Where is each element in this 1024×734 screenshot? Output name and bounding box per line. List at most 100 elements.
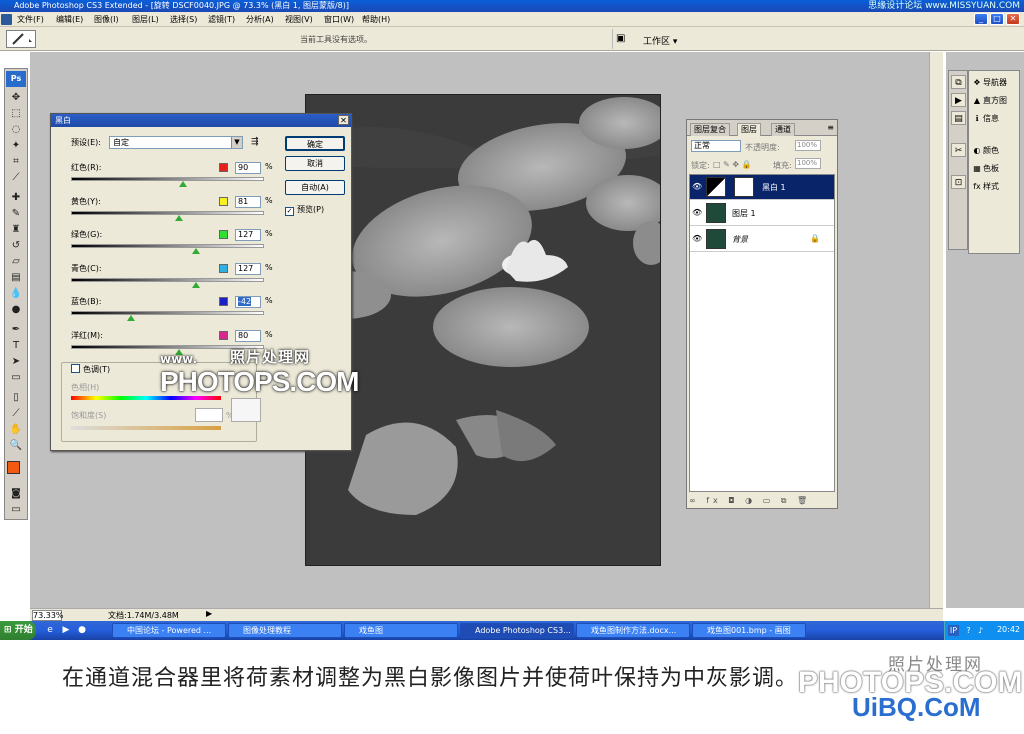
screen-mode-icon[interactable]: ▭ xyxy=(8,503,24,517)
blend-mode-select[interactable]: 正常 xyxy=(691,140,741,152)
panel-menu-icon[interactable]: ≡ xyxy=(827,123,834,132)
gradient-tool-icon[interactable]: ▤ xyxy=(8,271,24,285)
eyedropper-tool-icon[interactable]: ⟋ xyxy=(8,407,24,421)
channel-slider-thumb[interactable] xyxy=(178,181,187,187)
hand-tool-icon[interactable]: ✋ xyxy=(8,423,24,437)
move-tool-icon[interactable]: ✥ xyxy=(8,91,24,105)
slice-tool-icon[interactable]: ⟋ xyxy=(8,171,24,185)
media-icon[interactable]: ▶ xyxy=(60,624,72,636)
eye-icon[interactable]: 👁 xyxy=(692,234,702,243)
preset-select[interactable]: 自定 ▼ xyxy=(109,136,243,149)
foreground-color[interactable] xyxy=(7,461,20,474)
document-canvas[interactable] xyxy=(305,94,661,566)
eye-icon[interactable]: 👁 xyxy=(692,208,702,217)
opacity-field[interactable]: 100% xyxy=(795,140,821,151)
dock-icon-brushes[interactable]: ▤ xyxy=(951,111,966,125)
notes-tool-icon[interactable]: ▯ xyxy=(8,391,24,405)
channel-slider-track[interactable] xyxy=(71,277,264,282)
volume-icon[interactable]: ♪ xyxy=(975,625,986,636)
dock-icon-tool-presets[interactable]: ✂ xyxy=(951,143,966,157)
ie-icon[interactable]: e xyxy=(44,624,56,636)
channel-slider-track[interactable] xyxy=(71,311,264,315)
layer-row-1[interactable]: 👁 图层 1 xyxy=(690,201,834,226)
menu-select[interactable]: 选择(S) xyxy=(170,14,197,25)
menu-image[interactable]: 图像(I) xyxy=(94,14,119,25)
brush-tool-icon[interactable]: ✎ xyxy=(8,207,24,221)
zoom-tool-icon[interactable]: 🔍 xyxy=(8,439,24,453)
crop-tool-icon[interactable]: ⌗ xyxy=(8,155,24,169)
dock-icon-actions[interactable]: ▶ xyxy=(951,93,966,107)
dock-swatches[interactable]: ▦ 色板 xyxy=(971,161,1019,177)
saturation-slider[interactable] xyxy=(71,426,221,430)
dock-icon-clone[interactable]: ⊡ xyxy=(951,175,966,189)
dock-info[interactable]: ℹ 信息 xyxy=(971,111,1019,127)
layer-row-background[interactable]: 👁 背景 🔒 xyxy=(690,227,834,252)
channel-value-field[interactable]: 90 xyxy=(235,162,261,174)
vertical-scrollbar[interactable] xyxy=(929,52,943,608)
channel-slider-track[interactable] xyxy=(71,210,264,215)
channel-value-field[interactable]: -42 xyxy=(235,296,261,308)
menu-file[interactable]: 文件(F) xyxy=(17,14,44,25)
dock-icon-history[interactable]: ⧉ xyxy=(951,75,966,89)
channel-value-field[interactable]: 81 xyxy=(235,195,261,208)
channel-value-field[interactable]: 127 xyxy=(235,229,261,241)
dodge-tool-icon[interactable]: ● xyxy=(8,303,24,317)
menu-view[interactable]: 视图(V) xyxy=(285,14,313,25)
preset-menu-icon[interactable]: ⇶ xyxy=(251,137,259,147)
close-button[interactable]: ✕ xyxy=(1006,13,1020,25)
fill-field[interactable]: 100% xyxy=(795,158,821,169)
minimize-button[interactable]: _ xyxy=(974,13,988,25)
eye-icon[interactable]: 👁 xyxy=(692,182,702,191)
channel-slider-thumb[interactable] xyxy=(192,281,201,288)
dock-navigator[interactable]: ❖ 导航器 xyxy=(971,75,1019,91)
eraser-tool-icon[interactable]: ▱ xyxy=(8,255,24,269)
lasso-tool-icon[interactable]: ◌ xyxy=(8,123,24,137)
layers-footer-icons[interactable]: ∞ fx ◘ ◑ ▭ ⧉ 🗑 xyxy=(689,496,835,508)
status-arrow-icon[interactable]: ▶ xyxy=(206,609,212,618)
task-folder-tutorial[interactable]: 图像处理教程 xyxy=(228,623,342,638)
cancel-button[interactable]: 取消 xyxy=(285,156,345,171)
task-word[interactable]: 戏鱼图制作方法.docx... xyxy=(576,623,690,638)
channel-slider-track[interactable] xyxy=(71,244,264,248)
zoom-field[interactable]: 73.33% xyxy=(32,610,64,621)
bridge-icon[interactable]: ▣ xyxy=(616,33,630,45)
healing-tool-icon[interactable]: ✚ xyxy=(8,191,24,205)
menu-layer[interactable]: 图层(L) xyxy=(132,14,159,25)
pen-tool-icon[interactable]: ✒ xyxy=(8,323,24,337)
lock-icons[interactable]: □ ✎ ✥ 🔒 xyxy=(713,160,752,169)
path-select-icon[interactable]: ➤ xyxy=(8,355,24,369)
channel-value-field[interactable]: 80 xyxy=(235,329,261,342)
task-browser[interactable]: 中国论坛 - Powered ... xyxy=(112,623,226,638)
quick-mask-icon[interactable]: ◙ xyxy=(8,487,24,501)
tab-channels[interactable]: 通道 xyxy=(771,123,795,136)
tint-checkbox[interactable]: 色调(T) xyxy=(71,364,110,375)
menu-help[interactable]: 帮助(H) xyxy=(362,14,390,25)
task-paint[interactable]: 戏鱼图001.bmp - 画图 xyxy=(692,623,806,638)
channel-slider-thumb[interactable] xyxy=(192,248,201,254)
maximize-button[interactable]: □ xyxy=(990,13,1004,25)
tool-preset-picker[interactable] xyxy=(6,30,36,48)
help-icon[interactable]: ? xyxy=(963,625,974,636)
task-folder-fish[interactable]: 戏鱼图 xyxy=(344,623,458,638)
channel-slider-track[interactable] xyxy=(71,177,264,181)
task-photoshop[interactable]: Adobe Photoshop CS3... xyxy=(460,623,574,638)
saturation-field[interactable] xyxy=(195,408,223,422)
blur-tool-icon[interactable]: 💧 xyxy=(8,287,24,301)
auto-button[interactable]: 自动(A) xyxy=(285,180,345,195)
shape-tool-icon[interactable]: ▭ xyxy=(8,371,24,385)
dock-color[interactable]: ◐ 颜色 xyxy=(971,143,1019,159)
layer-row-bw[interactable]: 👁 黑白 1 xyxy=(690,175,834,200)
dock-styles[interactable]: fx 样式 xyxy=(971,179,1019,195)
tab-layer-comps[interactable]: 图层复合 xyxy=(690,123,730,136)
type-tool-icon[interactable]: T xyxy=(8,339,24,353)
channel-slider-thumb[interactable] xyxy=(126,315,135,321)
magic-wand-tool-icon[interactable]: ✦ xyxy=(8,139,24,153)
dialog-close-icon[interactable]: ✕ xyxy=(338,115,349,125)
ime-icon[interactable]: IP xyxy=(948,625,959,636)
dock-histogram[interactable]: ▲ 直方图 xyxy=(971,93,1019,109)
menu-filter[interactable]: 滤镜(T) xyxy=(208,14,235,25)
workspace-menu[interactable]: 工作区 ▾ xyxy=(643,34,677,47)
history-brush-icon[interactable]: ↺ xyxy=(8,239,24,253)
menu-window[interactable]: 窗口(W) xyxy=(324,14,354,25)
ok-button[interactable]: 确定 xyxy=(285,136,345,151)
